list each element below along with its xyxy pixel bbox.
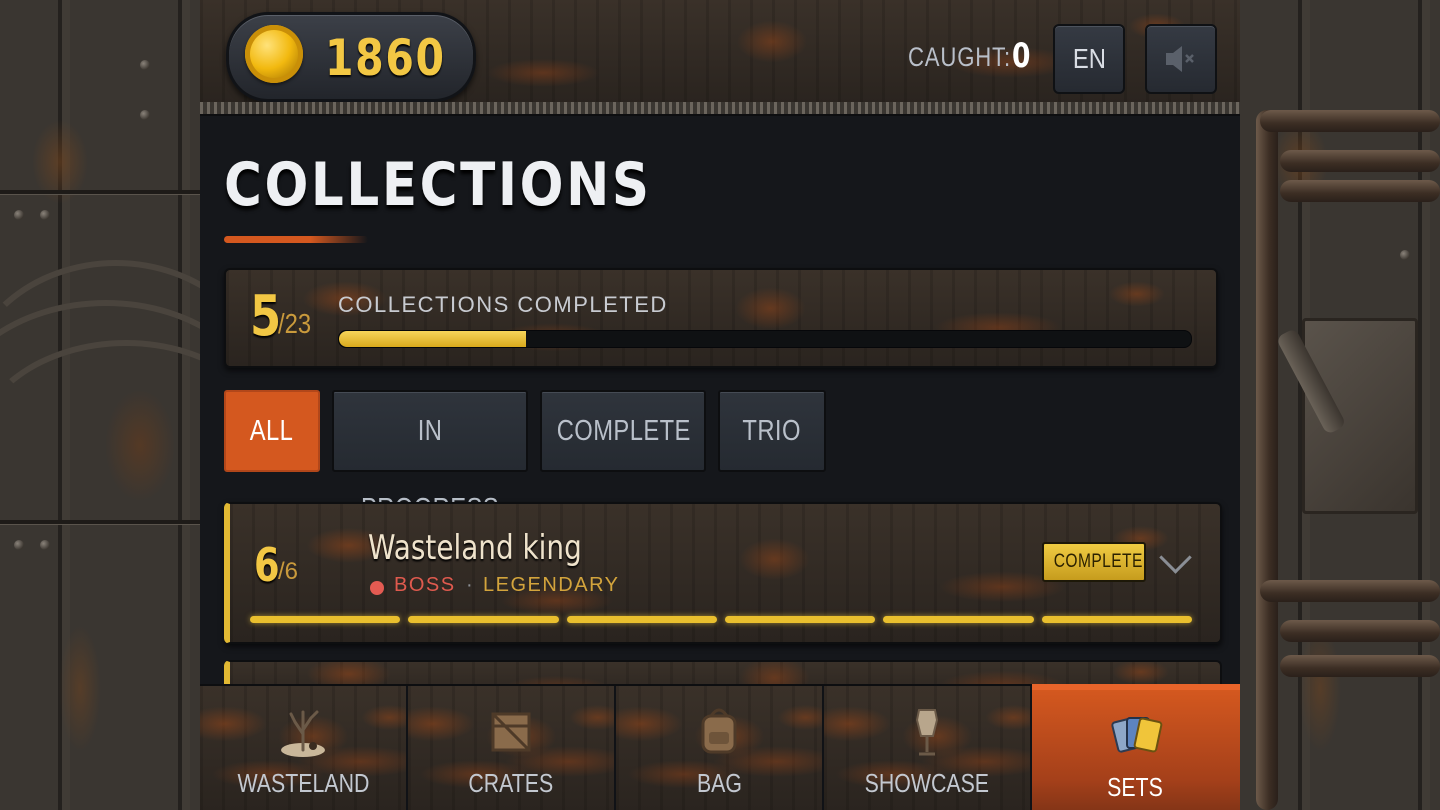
nav-label: SETS bbox=[1032, 772, 1238, 803]
collection-rarity: LEGENDARY bbox=[483, 574, 620, 596]
filter-label: ALL bbox=[250, 415, 294, 447]
summary-progress-fill bbox=[339, 331, 527, 347]
nav-label: SHOWCASE bbox=[824, 768, 1030, 799]
left-wall-background bbox=[0, 0, 200, 810]
nav-label: BAG bbox=[616, 768, 822, 799]
crate-icon bbox=[491, 712, 531, 752]
nav-bag[interactable]: BAG bbox=[616, 686, 824, 810]
rivet bbox=[40, 210, 50, 220]
caught-label: CAUGHT: bbox=[908, 42, 1011, 72]
badge-label: COMPLETE bbox=[1053, 551, 1143, 572]
speaker-muted-icon bbox=[1166, 46, 1194, 72]
collection-count: 6 bbox=[254, 538, 280, 592]
language-label: EN bbox=[1072, 43, 1106, 74]
total-count: /23 bbox=[278, 308, 312, 339]
progress-segment bbox=[250, 616, 401, 623]
collection-category: BOSS bbox=[394, 574, 456, 596]
nav-showcase[interactable]: SHOWCASE bbox=[824, 686, 1032, 810]
coin-value: 1860 bbox=[325, 29, 446, 87]
rivet bbox=[1400, 250, 1410, 260]
nav-label: WASTELAND bbox=[200, 768, 406, 799]
complete-badge: COMPLETE bbox=[1042, 542, 1146, 582]
title-underline bbox=[224, 236, 368, 243]
rivet bbox=[14, 210, 24, 220]
summary-progress-bar bbox=[338, 330, 1192, 348]
pipe bbox=[1280, 620, 1440, 642]
top-bar: 1860 CAUGHT: 0 EN bbox=[200, 0, 1240, 104]
pipe bbox=[1260, 110, 1440, 132]
nav-crates[interactable]: CRATES bbox=[408, 686, 616, 810]
pipe bbox=[1280, 180, 1440, 202]
nav-label: CRATES bbox=[408, 768, 614, 799]
pipe bbox=[1256, 110, 1278, 810]
filter-complete[interactable]: COMPLETE bbox=[540, 390, 706, 472]
collections-summary: 5 /23 COLLECTIONS COMPLETED bbox=[224, 268, 1218, 368]
nav-sets[interactable]: SETS bbox=[1032, 684, 1240, 810]
nav-label-text: SHOWCASE bbox=[864, 768, 990, 798]
progress-segment bbox=[566, 616, 717, 623]
summary-label: COLLECTIONS COMPLETED bbox=[338, 292, 668, 317]
rivet bbox=[140, 110, 150, 120]
collection-card[interactable]: 6 /6 Wasteland king BOSS · LEGENDARY COM… bbox=[224, 502, 1222, 644]
progress-segment bbox=[725, 616, 876, 623]
collection-total: /6 bbox=[278, 558, 299, 585]
filter-trio[interactable]: TRIO bbox=[718, 390, 826, 472]
collections-panel: 1860 CAUGHT: 0 EN COLLECTIONS 5 /23 COLL… bbox=[200, 0, 1240, 810]
pipe bbox=[1260, 580, 1440, 602]
cards-icon bbox=[1111, 717, 1163, 753]
nav-wasteland[interactable]: WASTELAND bbox=[200, 686, 408, 810]
coin-counter: 1860 bbox=[226, 12, 476, 102]
cable bbox=[0, 340, 200, 572]
filter-label: TRIO bbox=[742, 415, 802, 447]
progress-segment bbox=[883, 616, 1034, 623]
mannequin-icon bbox=[915, 709, 939, 756]
caught-value: 0 bbox=[1012, 36, 1031, 76]
coin-icon bbox=[245, 25, 303, 83]
completed-count: 5 bbox=[250, 284, 282, 349]
nav-label-text: BAG bbox=[696, 768, 742, 798]
progress-segment bbox=[408, 616, 559, 623]
rivet bbox=[140, 60, 150, 70]
backpack-icon bbox=[701, 708, 737, 754]
page-title: COLLECTIONS bbox=[224, 150, 652, 220]
pipe bbox=[1280, 655, 1440, 677]
chevron-down-icon[interactable] bbox=[1159, 541, 1192, 574]
panel-seam bbox=[0, 190, 200, 194]
category-dot bbox=[370, 581, 384, 595]
top-bar-edge bbox=[200, 102, 1240, 116]
pipe bbox=[1280, 150, 1440, 172]
bottom-nav: WASTELAND CRATES BAG SHOWCASE SETS bbox=[200, 684, 1240, 810]
nav-label-text: SETS bbox=[1107, 772, 1163, 802]
language-button[interactable]: EN bbox=[1053, 24, 1125, 94]
nav-label-text: WASTELAND bbox=[237, 768, 369, 798]
filter-label: COMPLETE bbox=[556, 415, 691, 447]
progress-segment bbox=[1041, 616, 1192, 623]
dead-tree-icon bbox=[281, 710, 325, 757]
collection-progress-segments bbox=[250, 616, 1192, 623]
filter-in-progress[interactable]: IN PROGRESS bbox=[332, 390, 528, 525]
meta-separator: · bbox=[466, 574, 473, 596]
filter-all[interactable]: ALL bbox=[224, 390, 320, 472]
mute-button[interactable] bbox=[1145, 24, 1217, 94]
nav-label-text: CRATES bbox=[468, 768, 554, 798]
collection-name: Wasteland king bbox=[368, 528, 582, 568]
